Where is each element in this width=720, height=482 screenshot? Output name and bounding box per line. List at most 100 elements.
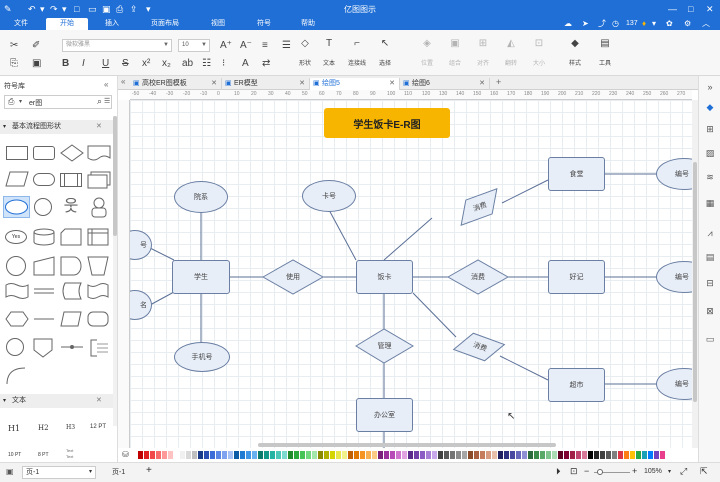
flip-icon[interactable]: ◭ [504, 38, 518, 50]
entity-card[interactable]: 饭卡 [356, 260, 413, 294]
shape-document[interactable] [87, 144, 111, 162]
page-icon[interactable]: ▤ [702, 250, 718, 264]
theme-icon[interactable]: ✿ [666, 18, 673, 30]
color-swatch[interactable] [276, 451, 281, 459]
color-swatch[interactable] [582, 451, 587, 459]
tab-symbol[interactable]: 符号 [248, 18, 280, 30]
strikethrough-icon[interactable]: S [122, 58, 129, 70]
align-dropdown-icon[interactable]: ☰ [282, 40, 291, 52]
tab-insert[interactable]: 插入 [96, 18, 128, 30]
text-sample-h3[interactable]: H3 [66, 424, 75, 431]
shape-tool-icon[interactable]: ◇ [298, 38, 312, 50]
text-sample-body-2[interactable]: Text [66, 454, 73, 459]
size-label[interactable]: 大小 [524, 58, 554, 67]
shape-line-connector[interactable] [60, 338, 84, 356]
color-swatch[interactable] [426, 451, 431, 459]
color-swatch[interactable] [462, 451, 467, 459]
color-swatch[interactable] [612, 451, 617, 459]
color-swatch[interactable] [180, 451, 185, 459]
section-close-icon[interactable]: ✕ [96, 120, 102, 134]
maximize-icon[interactable]: □ [688, 3, 693, 15]
color-swatch[interactable] [510, 451, 515, 459]
shape-decision[interactable] [60, 144, 84, 162]
page-selector[interactable]: 页-1 ▾ [22, 466, 96, 479]
image-icon[interactable]: ▨ [702, 146, 718, 160]
settings-icon[interactable]: ⚙ [684, 18, 691, 30]
color-swatch[interactable] [420, 451, 425, 459]
color-swatch[interactable] [372, 451, 377, 459]
library-scrollbar[interactable] [113, 116, 117, 426]
color-swatch[interactable] [492, 451, 497, 459]
add-page-button[interactable]: + [146, 465, 152, 476]
color-swatch[interactable] [216, 451, 221, 459]
shape-annotation[interactable] [89, 338, 109, 358]
text-sample-12pt[interactable]: 12 PT [90, 424, 106, 430]
color-swatch[interactable] [480, 451, 485, 459]
color-swatch[interactable] [294, 451, 299, 459]
entity-haoji[interactable]: 好记 [548, 260, 605, 294]
color-swatch[interactable] [450, 451, 455, 459]
text-sample-body[interactable]: Text [66, 448, 73, 453]
close-tab-icon[interactable]: ✕ [299, 78, 305, 90]
list-icon[interactable]: ☷ [202, 58, 211, 70]
color-swatch[interactable] [588, 451, 593, 459]
layout-grid-icon[interactable]: ⊞ [702, 122, 718, 136]
color-swatch[interactable] [660, 451, 665, 459]
color-swatch[interactable] [636, 451, 641, 459]
new-tab-icon[interactable]: + [496, 77, 501, 87]
entity-student[interactable]: 学生 [172, 260, 230, 294]
shape-hexagon-rect[interactable] [60, 310, 82, 328]
color-swatch[interactable] [288, 451, 293, 459]
color-swatch[interactable] [234, 451, 239, 459]
font-color-icon[interactable]: A [242, 58, 249, 70]
style-icon[interactable]: ◆ [568, 38, 582, 50]
zoom-dropdown-icon[interactable]: ▾ [668, 468, 671, 475]
section-basic-flowchart[interactable]: ▾ 基本流程图形状 ✕ [0, 120, 117, 134]
color-swatch[interactable] [474, 451, 479, 459]
color-swatch[interactable] [390, 451, 395, 459]
user-dropdown-icon[interactable]: ▾ [652, 18, 656, 30]
text-tool-icon[interactable]: T [322, 38, 336, 50]
color-swatch[interactable] [654, 451, 659, 459]
text-sample-8pt[interactable]: 8 PT [38, 452, 49, 458]
shape-yes[interactable]: Yes [5, 230, 27, 244]
shape-process[interactable] [6, 146, 28, 160]
font-shrink-icon[interactable]: A⁻ [240, 40, 252, 52]
color-swatch[interactable] [162, 451, 167, 459]
color-swatch[interactable] [558, 451, 563, 459]
collapse-ribbon-icon[interactable]: ︿ [702, 18, 710, 30]
color-swatch[interactable] [246, 451, 251, 459]
zoom-slider[interactable] [594, 469, 630, 475]
history-icon[interactable]: ⊟ [702, 276, 718, 290]
case-icon[interactable]: ab [182, 58, 193, 70]
italic-icon[interactable]: I [82, 58, 85, 70]
color-swatch[interactable] [138, 451, 143, 459]
superscript-icon[interactable]: x² [142, 58, 150, 70]
color-swatch[interactable] [210, 451, 215, 459]
color-swatch[interactable] [330, 451, 335, 459]
shape-delay[interactable] [60, 256, 82, 276]
relation-manage-label[interactable]: 管理 [356, 339, 413, 353]
color-swatch[interactable] [498, 451, 503, 459]
font-family-select[interactable]: 微软雅黑 ▼ [62, 39, 172, 52]
text-sample-10pt[interactable]: 10 PT [8, 452, 21, 458]
close-tab-icon[interactable]: ✕ [479, 78, 485, 90]
align-objects-label[interactable]: 对齐 [468, 58, 498, 67]
library-dropdown-icon[interactable]: ▾ [19, 98, 22, 105]
flip-label[interactable]: 翻转 [496, 58, 526, 67]
position-label[interactable]: 位置 [412, 58, 442, 67]
shape-card[interactable] [60, 228, 82, 246]
color-swatch[interactable] [594, 451, 599, 459]
attr-phone[interactable]: 手机号 [174, 342, 230, 372]
shape-database[interactable] [33, 228, 55, 246]
color-swatch[interactable] [432, 451, 437, 459]
tab-home[interactable]: 开始 [46, 18, 88, 30]
shape-circle[interactable] [34, 198, 52, 216]
play-icon[interactable]: ⏵ [556, 466, 561, 477]
color-swatch[interactable] [144, 451, 149, 459]
shape-divider[interactable] [33, 310, 55, 328]
color-swatch[interactable] [198, 451, 203, 459]
text-sample-h2[interactable]: H2 [38, 424, 49, 432]
connector-tool-icon[interactable]: ⌐ [350, 38, 364, 50]
collapse-panel-icon[interactable]: « [104, 80, 108, 89]
